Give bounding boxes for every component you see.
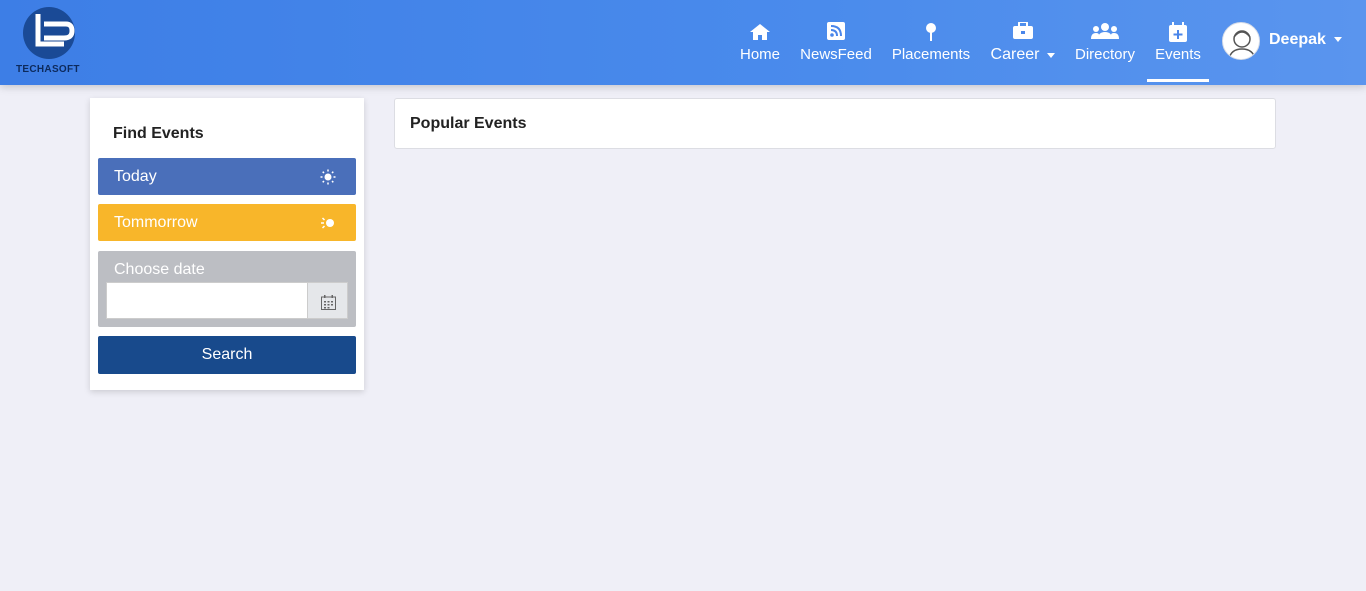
tomorrow-option[interactable]: Tommorrow xyxy=(98,204,356,241)
nav-career-label-wrap: Career xyxy=(988,46,1058,64)
chevron-down-icon xyxy=(1047,52,1056,58)
nav-home-label: Home xyxy=(739,46,780,63)
nav-events[interactable]: Events xyxy=(1147,22,1209,82)
choose-date-group: Choose date xyxy=(98,251,356,327)
nav-placements-label: Placements xyxy=(891,46,971,63)
top-navbar: TECHASOFT Home NewsFeed Placements Caree… xyxy=(0,0,1366,85)
map-pin-icon xyxy=(890,22,972,44)
nav-newsfeed[interactable]: NewsFeed xyxy=(798,22,874,82)
user-avatar-icon xyxy=(1222,22,1260,60)
sun-icon xyxy=(320,169,336,185)
chevron-down-icon xyxy=(1333,37,1342,43)
sunrise-icon xyxy=(320,215,336,231)
popular-events-panel: Popular Events xyxy=(394,98,1276,149)
date-input[interactable] xyxy=(106,282,308,319)
date-picker-button[interactable] xyxy=(307,282,348,319)
tomorrow-label: Tommorrow xyxy=(114,214,198,231)
find-events-panel: Find Events Today Tommorrow Choose date … xyxy=(90,98,364,390)
user-name-text: Deepak xyxy=(1269,31,1326,48)
logo-wordmark: TECHASOFT xyxy=(16,64,80,75)
nav-career-label: Career xyxy=(990,46,1040,63)
nav-placements[interactable]: Placements xyxy=(890,22,972,82)
today-label: Today xyxy=(114,168,157,185)
nav-directory[interactable]: Directory xyxy=(1073,22,1137,82)
home-icon xyxy=(738,22,782,44)
find-events-title: Find Events xyxy=(113,125,204,142)
user-name: Deepak xyxy=(1269,31,1342,49)
popular-events-title: Popular Events xyxy=(410,115,527,132)
nav-home[interactable]: Home xyxy=(738,22,782,82)
nav-career-dropdown[interactable]: Career xyxy=(988,21,1058,82)
rss-icon xyxy=(798,22,874,44)
nav-directory-label: Directory xyxy=(1074,46,1135,63)
today-option[interactable]: Today xyxy=(98,158,356,195)
briefcase-icon xyxy=(988,21,1058,44)
nav-newsfeed-label: NewsFeed xyxy=(800,46,872,63)
calendar-plus-icon xyxy=(1147,22,1209,44)
search-button[interactable]: Search xyxy=(98,336,356,374)
calendar-icon xyxy=(321,295,336,310)
users-icon xyxy=(1073,22,1137,44)
nav-events-label: Events xyxy=(1155,46,1201,63)
choose-date-label: Choose date xyxy=(114,261,205,278)
